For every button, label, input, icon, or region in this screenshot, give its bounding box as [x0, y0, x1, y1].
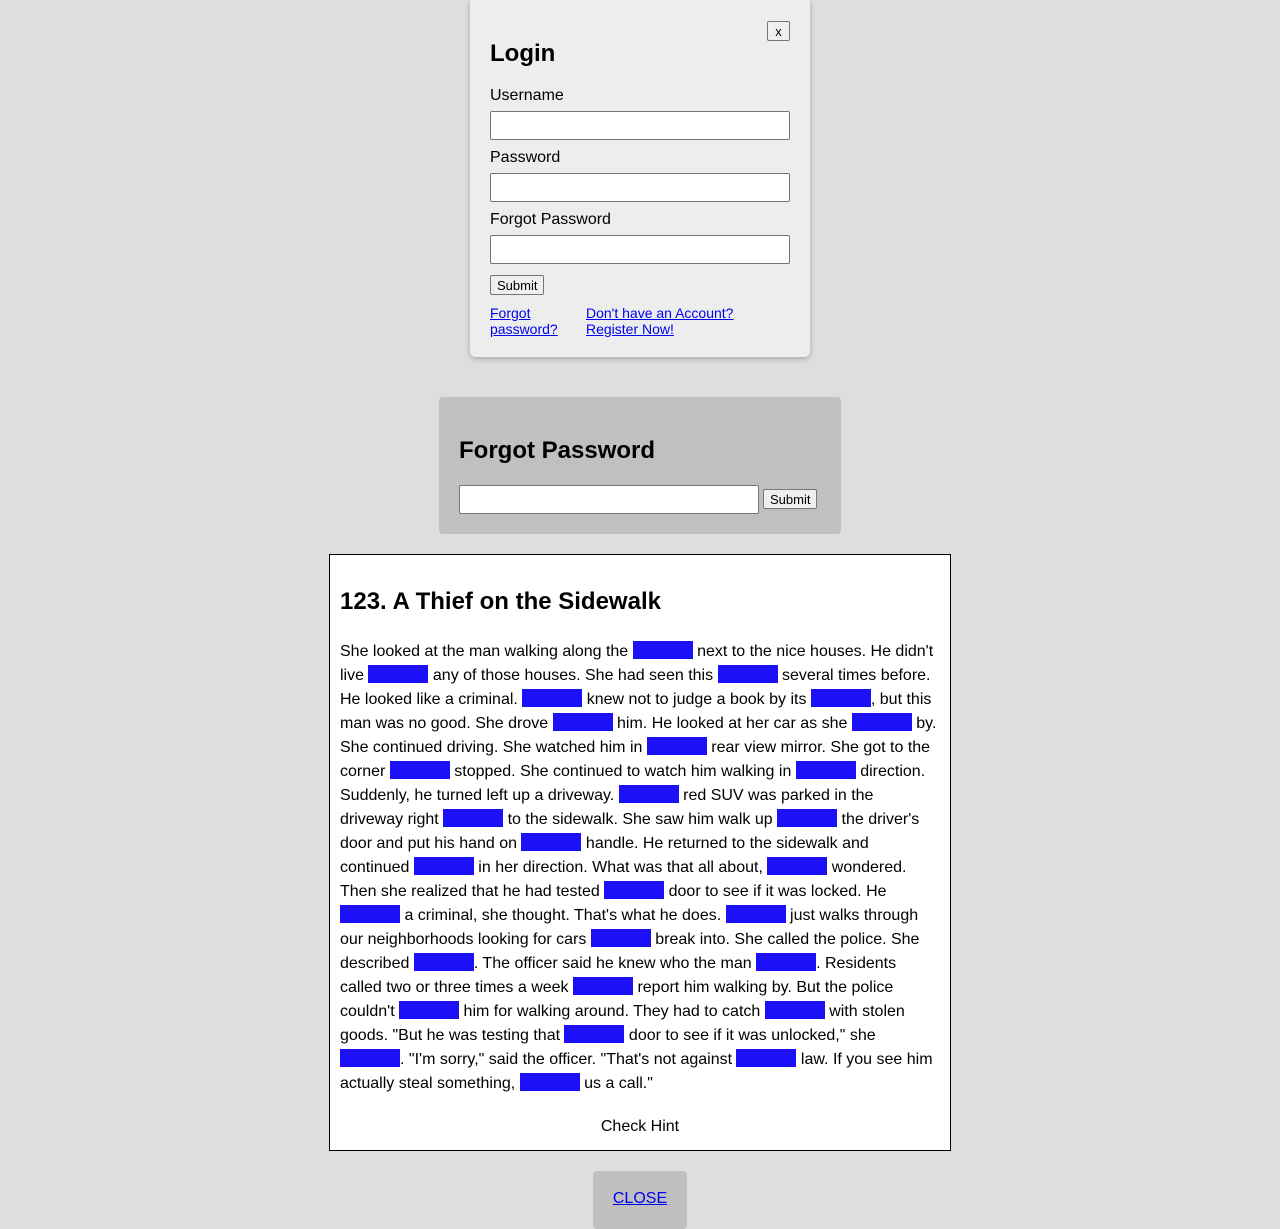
forgot-password-link-line1: Forgot [490, 305, 531, 321]
register-link-line2: Register Now! [586, 321, 674, 337]
blank-answer-field[interactable] [413, 953, 474, 971]
story-segment: . The officer said he knew who the man [473, 955, 757, 972]
blank-answer-field[interactable] [340, 905, 400, 923]
story-segment: stopped. She continued to watch him walk… [449, 763, 796, 780]
register-link-line1: Don't have an Account? [586, 305, 734, 321]
blank-answer-field[interactable] [756, 953, 817, 971]
forgot-submit-button[interactable]: Submit [763, 489, 818, 509]
blank-answer-field[interactable] [810, 689, 871, 707]
story-segment: a criminal, she thought. That's what he … [400, 907, 726, 924]
blank-answer-field[interactable] [717, 665, 778, 683]
blank-answer-field[interactable] [552, 713, 613, 731]
close-panel: CLOSE [593, 1171, 687, 1229]
story-segment: knew not to judge a book by its [582, 691, 811, 708]
username-label: Username [490, 87, 564, 104]
forgot-email-input[interactable] [459, 485, 759, 514]
story-segment: him for walking around. They had to catc… [459, 1003, 765, 1020]
story-segment: in her direction. What was that all abou… [473, 859, 768, 876]
password-input[interactable] [490, 173, 790, 202]
blank-answer-field[interactable] [736, 1049, 797, 1067]
forgot-password-link[interactable]: Forgot password? [490, 305, 558, 337]
login-title: Login [490, 40, 556, 67]
blank-answer-field[interactable] [340, 1049, 400, 1067]
blank-answer-field[interactable] [777, 809, 838, 827]
blank-answer-field[interactable] [389, 761, 450, 779]
check-hint-button[interactable]: Check Hint [330, 1117, 950, 1137]
story-exercise: 123. A Thief on the Sidewalk She looked … [329, 554, 951, 1151]
close-link[interactable]: CLOSE [613, 1190, 667, 1207]
blank-answer-field[interactable] [399, 1001, 460, 1019]
blank-answer-field[interactable] [573, 977, 633, 995]
blank-answer-field[interactable] [522, 689, 583, 707]
forgot-password-label: Forgot Password [490, 211, 611, 228]
register-link[interactable]: Don't have an Account? Register Now! [586, 305, 733, 337]
blank-answer-field[interactable] [725, 905, 786, 923]
story-segment: door to see if it was locked. He [664, 883, 887, 900]
story-text: She looked at the man walking along the … [340, 640, 940, 1096]
story-segment: . "I'm sorry," said the officer. "That's… [400, 1051, 737, 1068]
blank-answer-field[interactable] [851, 713, 912, 731]
blank-answer-field[interactable] [413, 857, 474, 875]
password-label: Password [490, 149, 561, 166]
story-title: 123. A Thief on the Sidewalk [340, 588, 661, 615]
blank-answer-field[interactable] [646, 737, 707, 755]
blank-answer-field[interactable] [604, 881, 665, 899]
story-segment: door to see if it was unlocked," she [624, 1027, 876, 1044]
story-segment: any of those houses. She had seen this [428, 667, 718, 684]
forgot-password-input[interactable] [490, 235, 790, 264]
blank-answer-field[interactable] [519, 1073, 580, 1091]
forgot-password-link-line2: password? [490, 321, 558, 337]
story-segment: us a call." [579, 1075, 653, 1092]
blank-answer-field[interactable] [764, 1001, 825, 1019]
story-segment: him. He looked at her car as she [612, 715, 852, 732]
story-segment: to the sidewalk. She saw him walk up [503, 811, 778, 828]
forgot-password-title: Forgot Password [459, 437, 656, 464]
close-modal-button[interactable]: x [767, 21, 790, 41]
blank-answer-field[interactable] [521, 833, 582, 851]
login-modal: x Login Username Password Forgot Passwor… [470, 0, 810, 357]
blank-answer-field[interactable] [590, 929, 651, 947]
login-submit-button[interactable]: Submit [490, 275, 545, 295]
story-segment: She looked at the man walking along the [340, 643, 633, 660]
blank-answer-field[interactable] [618, 785, 679, 803]
blank-answer-field[interactable] [795, 761, 856, 779]
blank-answer-field[interactable] [443, 809, 504, 827]
username-input[interactable] [490, 111, 790, 140]
blank-answer-field[interactable] [368, 665, 429, 683]
blank-answer-field[interactable] [632, 641, 693, 659]
blank-answer-field[interactable] [564, 1025, 625, 1043]
blank-answer-field[interactable] [767, 857, 828, 875]
forgot-password-panel: Forgot Password Submit [439, 397, 841, 534]
